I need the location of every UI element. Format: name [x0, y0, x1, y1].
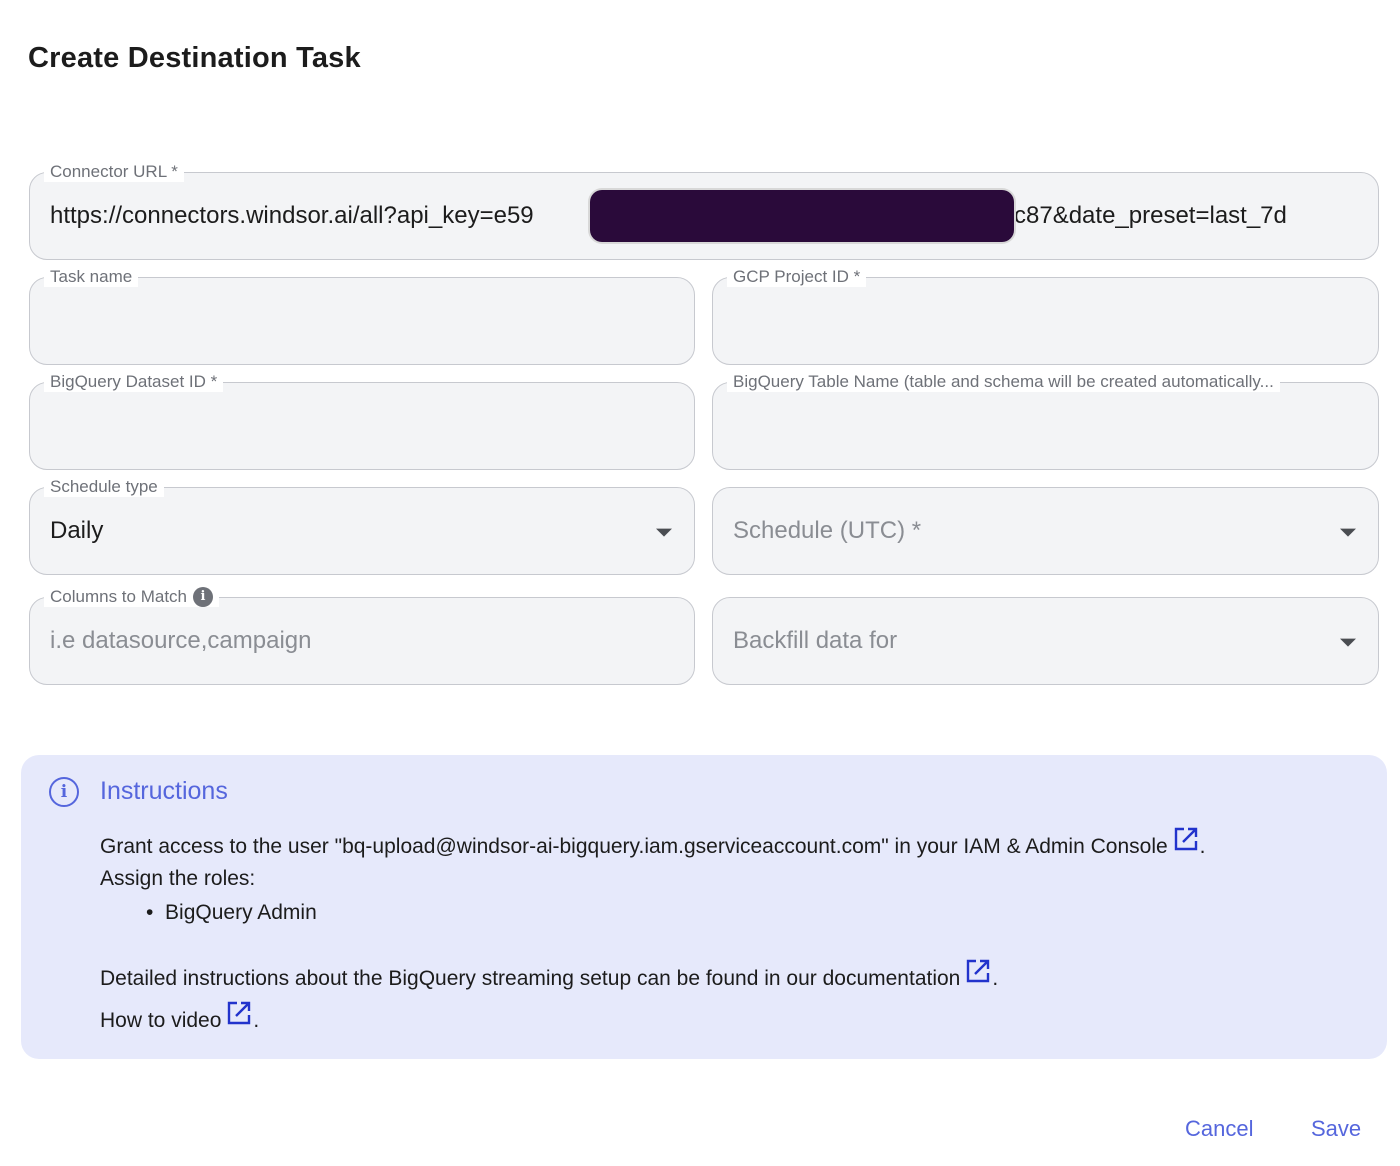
- chevron-down-icon: [1340, 528, 1356, 537]
- bigquery-dataset-id-label: BigQuery Dataset ID *: [44, 372, 224, 392]
- grant-access-text: Grant access to the user "bq-upload@wind…: [100, 835, 1168, 858]
- dialog-title: Create Destination Task: [28, 42, 361, 74]
- backfill-select[interactable]: Backfill data for: [712, 597, 1379, 685]
- instructions-line-video: How to video .: [100, 1001, 260, 1033]
- external-link-icon[interactable]: [1172, 825, 1200, 853]
- cancel-button[interactable]: Cancel: [1185, 1116, 1253, 1142]
- external-link-icon[interactable]: [964, 957, 992, 985]
- schedule-utc-placeholder: Schedule (UTC) *: [733, 517, 922, 544]
- info-icon[interactable]: i: [193, 587, 213, 607]
- schedule-utc-select[interactable]: Schedule (UTC) *: [712, 487, 1379, 575]
- chevron-down-icon: [656, 528, 672, 537]
- bullet-dot: •: [146, 901, 166, 924]
- connector-url-label: Connector URL *: [44, 162, 184, 182]
- info-circle-icon: i: [49, 777, 79, 807]
- instructions-panel: i Instructions Grant access to the user …: [21, 755, 1387, 1059]
- schedule-type-label: Schedule type: [44, 477, 164, 497]
- save-button[interactable]: Save: [1311, 1116, 1361, 1142]
- instructions-line-docs: Detailed instructions about the BigQuery…: [100, 959, 999, 991]
- columns-to-match-field[interactable]: Columns to Match i i.e datasource,campai…: [29, 587, 695, 685]
- columns-to-match-placeholder: i.e datasource,campaign: [50, 627, 312, 654]
- period-text: .: [992, 967, 999, 990]
- schedule-type-select[interactable]: Schedule type Daily: [29, 477, 695, 575]
- redacted-api-key: [590, 190, 1014, 242]
- gcp-project-id-field[interactable]: GCP Project ID *: [712, 267, 1379, 365]
- connector-url-value-end: c87&date_preset=last_7d: [1014, 202, 1287, 229]
- bigquery-table-name-label: BigQuery Table Name (table and schema wi…: [727, 372, 1280, 392]
- external-link-icon[interactable]: [225, 999, 253, 1027]
- chevron-down-icon: [1340, 638, 1356, 647]
- gcp-project-id-label: GCP Project ID *: [727, 267, 867, 287]
- bigquery-dataset-id-field[interactable]: BigQuery Dataset ID *: [29, 372, 695, 470]
- period-text: .: [253, 1009, 260, 1032]
- instructions-title: Instructions: [100, 777, 228, 805]
- task-name-label: Task name: [44, 267, 139, 287]
- task-name-field[interactable]: Task name: [29, 267, 695, 365]
- role-label: BigQuery Admin: [165, 901, 317, 924]
- columns-to-match-label-wrap: Columns to Match i: [44, 587, 219, 607]
- columns-to-match-label: Columns to Match: [50, 587, 187, 606]
- schedule-type-value: Daily: [50, 517, 104, 544]
- how-to-video-text: How to video: [100, 1009, 222, 1032]
- docs-text: Detailed instructions about the BigQuery…: [100, 967, 961, 990]
- period-text: .: [1199, 835, 1206, 858]
- connector-url-value-start: https://connectors.windsor.ai/all?api_ke…: [50, 202, 534, 229]
- bigquery-table-name-field[interactable]: BigQuery Table Name (table and schema wi…: [712, 372, 1379, 470]
- instructions-line-grant: Grant access to the user "bq-upload@wind…: [100, 827, 1206, 859]
- role-list-item: • BigQuery Admin: [146, 901, 317, 925]
- backfill-placeholder: Backfill data for: [733, 627, 898, 654]
- assign-roles-text: Assign the roles:: [100, 867, 256, 890]
